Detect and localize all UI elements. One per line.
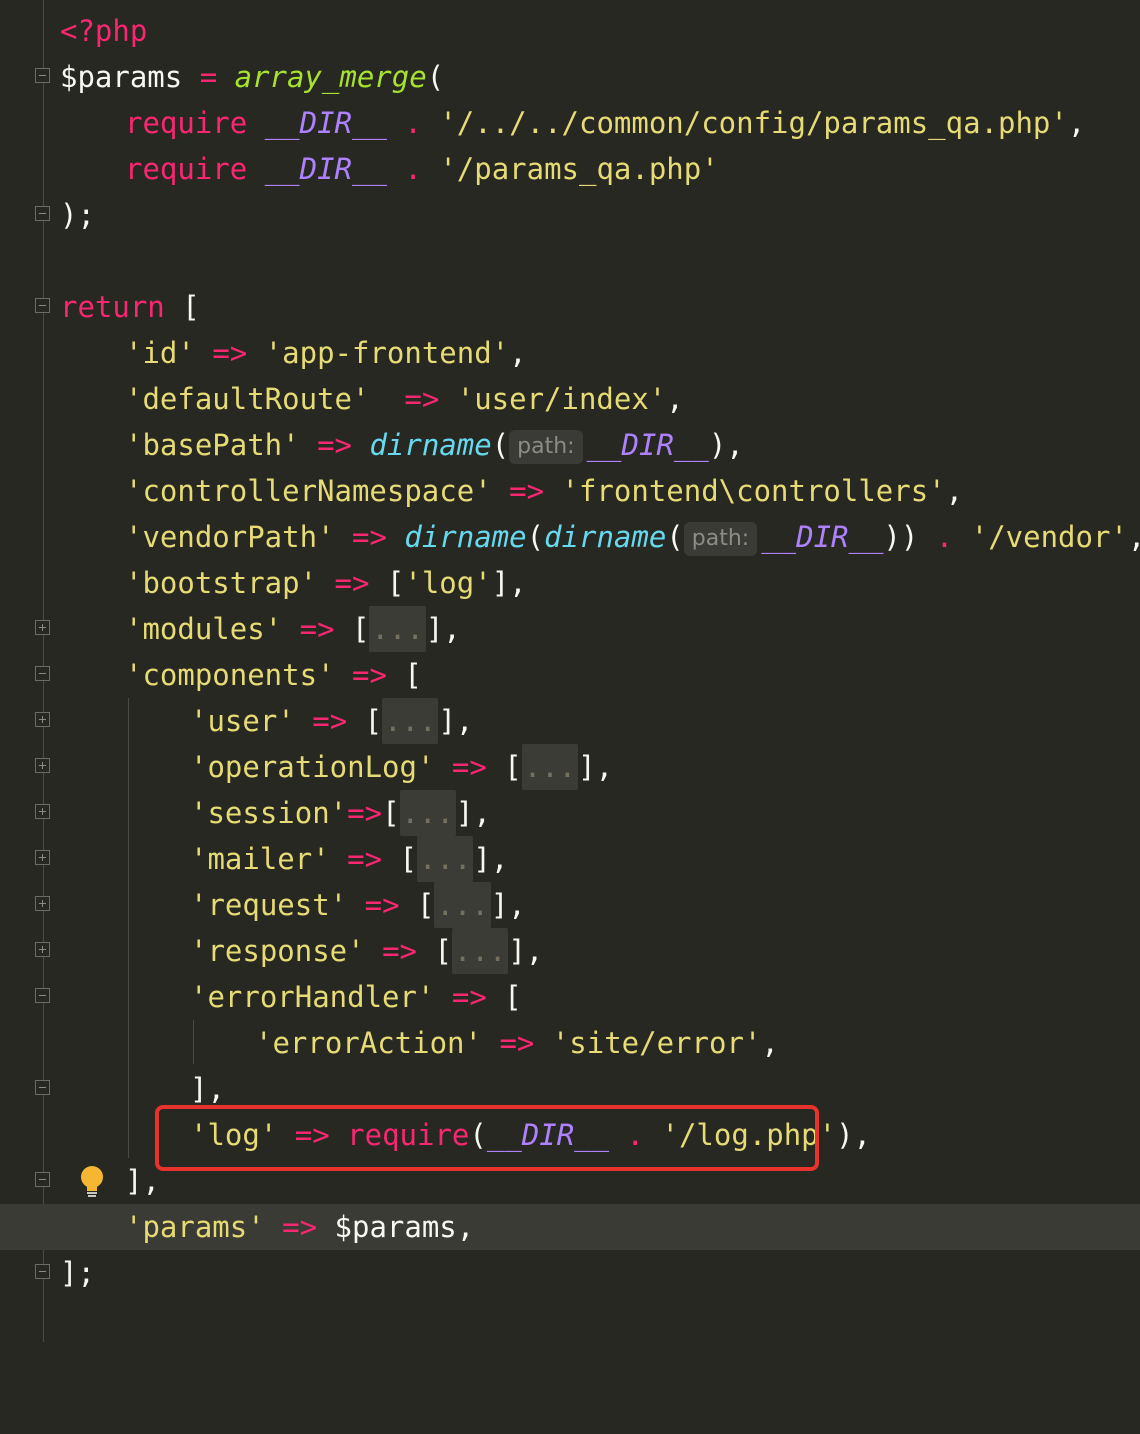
code-line-18[interactable]: 'session'=>[...], — [0, 790, 1140, 836]
collapsed-region[interactable]: ... — [369, 606, 426, 652]
code-line-22[interactable]: 'errorHandler' => [ — [0, 974, 1140, 1020]
php-open-tag: <?php — [60, 14, 148, 48]
fold-minus-icon[interactable] — [35, 206, 50, 221]
config-base-path: 'basePath' => dirname(path: __DIR__), — [125, 428, 744, 464]
fold-minus-icon[interactable] — [35, 1264, 50, 1279]
fold-minus-icon[interactable] — [35, 666, 50, 681]
fold-minus-icon[interactable] — [35, 1172, 50, 1187]
code-editor[interactable]: <?php $params = array_merge( require __D… — [0, 0, 1140, 1342]
collapsed-region[interactable]: ... — [399, 790, 456, 836]
code-line-7[interactable]: return [ — [0, 284, 1140, 330]
require-local-params: require __DIR__ . '/params_qa.php' — [125, 152, 719, 186]
code-line-17[interactable]: 'operationLog' => [...], — [0, 744, 1140, 790]
code-line-19[interactable]: 'mailer' => [...], — [0, 836, 1140, 882]
component-user: 'user' => [...], — [190, 698, 473, 744]
collapsed-region[interactable]: ... — [434, 882, 491, 928]
code-line-4[interactable]: require __DIR__ . '/params_qa.php' — [0, 146, 1140, 192]
collapsed-region[interactable]: ... — [382, 698, 439, 744]
config-modules: 'modules' => [...], — [125, 606, 461, 652]
code-line-11[interactable]: 'controllerNamespace' => 'frontend\contr… — [0, 468, 1140, 514]
code-line-2[interactable]: $params = array_merge( — [0, 54, 1140, 100]
component-operation-log: 'operationLog' => [...], — [190, 744, 613, 790]
fold-plus-icon[interactable] — [35, 942, 50, 957]
fold-minus-icon[interactable] — [35, 1080, 50, 1095]
collapsed-region[interactable]: ... — [451, 928, 509, 974]
code-line-16[interactable]: 'user' => [...], — [0, 698, 1140, 744]
fold-plus-icon[interactable] — [35, 850, 50, 865]
code-line-21[interactable]: 'response' => [...], — [0, 928, 1140, 974]
code-line-20[interactable]: 'request' => [...], — [0, 882, 1140, 928]
fold-plus-icon[interactable] — [35, 712, 50, 727]
config-default-route: 'defaultRoute' => 'user/index', — [125, 382, 684, 416]
code-line-27[interactable]: 'params' => $params, — [0, 1204, 1140, 1250]
component-request: 'request' => [...], — [190, 882, 526, 928]
config-controller-namespace: 'controllerNamespace' => 'frontend\contr… — [125, 474, 964, 508]
component-response: 'response' => [...], — [190, 928, 543, 974]
code-line-12[interactable]: 'vendorPath' => dirname(dirname(path: __D… — [0, 514, 1140, 560]
collapsed-region[interactable]: ... — [417, 836, 474, 882]
fold-plus-icon[interactable] — [35, 758, 50, 773]
code-line-23[interactable]: 'errorAction' => 'site/error', — [0, 1020, 1140, 1066]
config-params: 'params' => $params, — [125, 1210, 475, 1244]
component-session: 'session'=>[...], — [190, 790, 491, 836]
fold-plus-icon[interactable] — [35, 804, 50, 819]
component-error-handler: 'errorHandler' => [ — [190, 980, 522, 1014]
code-line-9[interactable]: 'defaultRoute' => 'user/index', — [0, 376, 1140, 422]
code-line-14[interactable]: 'modules' => [...], — [0, 606, 1140, 652]
code-line-13[interactable]: 'bootstrap' => ['log'], — [0, 560, 1140, 606]
config-vendor-path: 'vendorPath' => dirname(dirname(path: __D… — [125, 520, 1140, 556]
error-action: 'errorAction' => 'site/error', — [255, 1026, 779, 1060]
code-line-28[interactable]: ]; — [0, 1250, 1140, 1296]
return-statement: return [ — [60, 290, 200, 324]
config-components: 'components' => [ — [125, 658, 422, 692]
component-mailer: 'mailer' => [...], — [190, 836, 508, 882]
require-common-params: require __DIR__ . '/../../common/config/… — [125, 106, 1086, 140]
code-line-1[interactable]: <?php — [0, 8, 1140, 54]
close-return: ]; — [60, 1256, 95, 1290]
code-line-10[interactable]: 'basePath' => dirname(path: __DIR__), — [0, 422, 1140, 468]
lightbulb-icon[interactable] — [78, 1165, 106, 1199]
param-hint: path: — [509, 430, 583, 464]
fold-minus-icon[interactable] — [35, 988, 50, 1003]
code-line-8[interactable]: 'id' => 'app-frontend', — [0, 330, 1140, 376]
code-line-15[interactable]: 'components' => [ — [0, 652, 1140, 698]
code-line-26[interactable]: ], — [0, 1158, 1140, 1204]
fold-minus-icon[interactable] — [35, 68, 50, 83]
close-components: ], — [125, 1164, 160, 1198]
fold-plus-icon[interactable] — [35, 896, 50, 911]
config-id: 'id' => 'app-frontend', — [125, 336, 527, 370]
config-bootstrap: 'bootstrap' => ['log'], — [125, 566, 527, 600]
code-line-3[interactable]: require __DIR__ . '/../../common/config/… — [0, 100, 1140, 146]
code-line-5[interactable]: ); — [0, 192, 1140, 238]
param-hint: path: — [683, 522, 758, 556]
collapsed-region[interactable]: ... — [521, 744, 579, 790]
params-assignment: $params = array_merge( — [60, 60, 445, 94]
close-paren: ); — [60, 198, 95, 232]
fold-minus-icon[interactable] — [35, 298, 50, 313]
fold-plus-icon[interactable] — [35, 620, 50, 635]
